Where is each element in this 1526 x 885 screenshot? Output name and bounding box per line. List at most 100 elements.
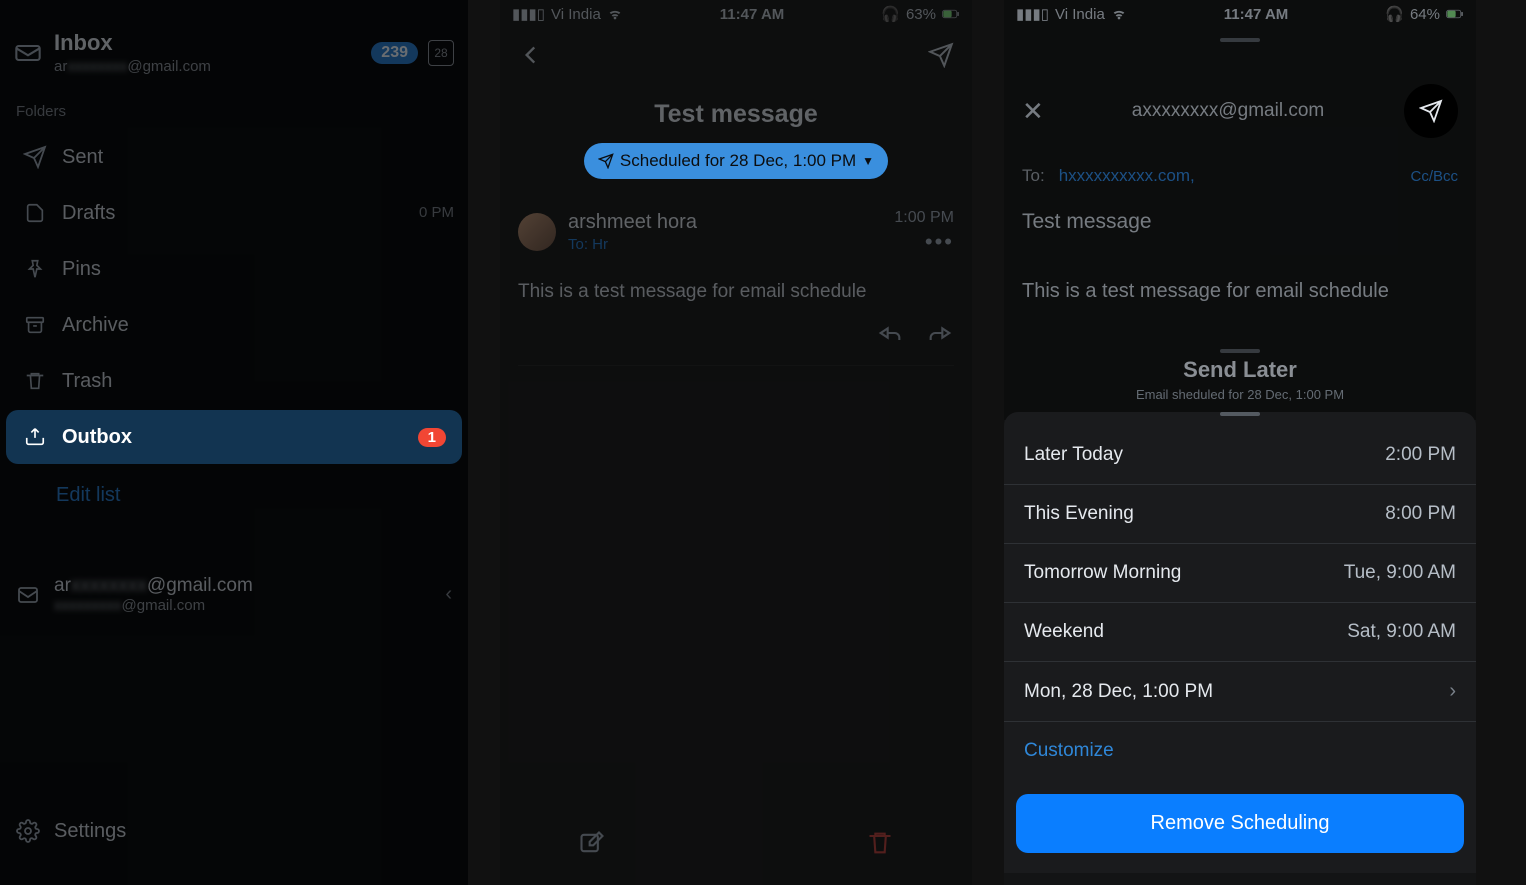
option-label: Mon, 28 Dec, 1:00 PM <box>1024 681 1443 703</box>
sender-name: arshmeet hora <box>568 211 894 234</box>
remove-scheduling-button[interactable]: Remove Scheduling <box>1016 794 1464 853</box>
to-row[interactable]: To: hxxxxxxxxxx.com, Cc/Bcc <box>1004 152 1476 200</box>
headphone-icon: 🎧 <box>1385 5 1404 23</box>
signal-icon: ▮▮▮▯ <box>1016 5 1049 23</box>
send-button[interactable] <box>1404 84 1458 138</box>
drag-handle[interactable] <box>1220 38 1260 42</box>
folder-label: Sent <box>62 146 446 169</box>
wifi-icon <box>1111 6 1127 22</box>
subject-field[interactable]: Test message <box>1004 200 1476 244</box>
option-label: This Evening <box>1024 503 1385 525</box>
option-label: Later Today <box>1024 444 1385 466</box>
inbox-unread-badge: 239 <box>371 42 418 64</box>
to-label: To: <box>1022 166 1045 186</box>
send-icon[interactable] <box>928 42 954 68</box>
option-custom-date[interactable]: Mon, 28 Dec, 1:00 PM › <box>1004 662 1476 722</box>
carrier-label: Vi India <box>1055 6 1105 23</box>
settings-label: Settings <box>54 820 126 843</box>
sent-icon <box>22 144 48 170</box>
compose-body[interactable]: This is a test message for email schedul… <box>1004 244 1476 339</box>
edit-list-link[interactable]: Edit list <box>0 466 468 525</box>
status-bar: ▮▮▮▯ Vi India 11:47 AM 🎧 64% <box>1004 0 1476 28</box>
pin-icon <box>22 256 48 282</box>
folder-outbox[interactable]: Outbox 1 <box>6 410 462 464</box>
option-tomorrow-morning[interactable]: Tomorrow Morning Tue, 9:00 AM <box>1004 544 1476 603</box>
chevron-left-icon: ‹ <box>445 583 452 606</box>
battery-icon <box>1446 5 1464 23</box>
option-time: Tue, 9:00 AM <box>1344 562 1456 584</box>
to-chip: hxxxxxxxxxx.com, <box>1059 166 1411 186</box>
compose-icon[interactable] <box>578 829 606 857</box>
option-weekend[interactable]: Weekend Sat, 9:00 AM <box>1004 603 1476 662</box>
option-later-today[interactable]: Later Today 2:00 PM <box>1004 426 1476 485</box>
ccbcc-toggle[interactable]: Cc/Bcc <box>1410 168 1458 185</box>
inbox-title: Inbox <box>54 30 371 56</box>
option-time: 8:00 PM <box>1385 503 1456 525</box>
option-time: 2:00 PM <box>1385 444 1456 466</box>
archive-icon <box>22 312 48 338</box>
customize-link[interactable]: Customize <box>1004 722 1476 780</box>
drag-handle[interactable] <box>1220 412 1260 416</box>
gear-icon <box>16 819 40 843</box>
status-time: 11:47 AM <box>720 6 784 23</box>
close-icon[interactable]: ✕ <box>1022 96 1052 127</box>
sent-time: 1:00 PM <box>894 209 954 227</box>
outbox-icon <box>22 424 48 450</box>
folder-drafts[interactable]: Drafts <box>6 186 462 240</box>
folder-sent[interactable]: Sent <box>6 130 462 184</box>
account-secondary: xxxxxxxxx@gmail.com <box>54 597 445 614</box>
account-icon <box>16 583 40 607</box>
avatar <box>518 213 556 251</box>
screen-message-view: ▮▮▮▯ Vi India 11:47 AM 🎧 63% Test messag… <box>500 0 972 885</box>
calendar-icon[interactable]: 28 <box>428 40 454 66</box>
wifi-icon <box>607 6 623 22</box>
send-later-subtitle: Email sheduled for 28 Dec, 1:00 PM <box>1004 387 1476 402</box>
folders-heading: Folders <box>0 85 468 128</box>
message-body: This is a test message for email schedul… <box>518 261 954 319</box>
headphone-icon: 🎧 <box>881 5 900 23</box>
sender-to: To: Hr <box>568 236 894 253</box>
more-icon[interactable]: ••• <box>894 229 954 255</box>
folder-label: Trash <box>62 370 446 393</box>
trash-icon <box>22 368 48 394</box>
folder-label: Drafts <box>62 202 446 225</box>
message-title: Test message <box>500 82 972 143</box>
send-later-title: Send Later <box>1004 357 1476 383</box>
reply-icon[interactable] <box>876 319 904 347</box>
scheduled-pill-label: Scheduled for 28 Dec, 1:00 PM <box>620 151 856 171</box>
from-address: axxxxxxxx@gmail.com <box>1052 100 1404 122</box>
chevron-right-icon: › <box>1449 680 1456 703</box>
outbox-count-badge: 1 <box>418 428 446 447</box>
scheduled-pill[interactable]: Scheduled for 28 Dec, 1:00 PM ▼ <box>584 143 888 179</box>
account-row[interactable]: arxxxxxxxx@gmail.com xxxxxxxxx@gmail.com… <box>0 561 468 628</box>
delete-icon[interactable] <box>866 829 894 857</box>
battery-label: 64% <box>1410 6 1440 23</box>
account-primary: arxxxxxxxx@gmail.com <box>54 575 445 597</box>
option-time: Sat, 9:00 AM <box>1347 621 1456 643</box>
settings-row[interactable]: Settings <box>0 805 468 857</box>
option-label: Weekend <box>1024 621 1347 643</box>
inbox-row[interactable]: Inbox arxxxxxxxx@gmail.com 239 28 <box>0 0 468 85</box>
folder-trash[interactable]: Trash <box>6 354 462 408</box>
folder-pins[interactable]: Pins <box>6 242 462 296</box>
inbox-subtitle: arxxxxxxxx@gmail.com <box>54 58 371 75</box>
screen-send-later-sheet: ▮▮▮▯ Vi India 11:47 AM 🎧 64% ✕ axxxxxxxx… <box>1004 0 1476 885</box>
chevron-down-icon: ▼ <box>862 154 874 168</box>
option-label: Tomorrow Morning <box>1024 562 1344 584</box>
signal-icon: ▮▮▮▯ <box>512 5 545 23</box>
folder-label: Archive <box>62 314 446 337</box>
inbox-icon <box>14 39 42 67</box>
folder-archive[interactable]: Archive <box>6 298 462 352</box>
back-icon[interactable] <box>518 42 544 68</box>
option-this-evening[interactable]: This Evening 8:00 PM <box>1004 485 1476 544</box>
folder-label: Pins <box>62 258 446 281</box>
status-bar: ▮▮▮▯ Vi India 11:47 AM 🎧 63% <box>500 0 972 28</box>
drafts-time-peek: 0 PM <box>419 204 454 221</box>
folder-label: Outbox <box>62 426 418 449</box>
screen-sidebar: Inbox arxxxxxxxx@gmail.com 239 28 Folder… <box>0 0 468 885</box>
status-time: 11:47 AM <box>1224 6 1288 23</box>
forward-icon[interactable] <box>926 319 954 347</box>
battery-label: 63% <box>906 6 936 23</box>
send-later-sheet: Later Today 2:00 PM This Evening 8:00 PM… <box>1004 412 1476 873</box>
drag-handle[interactable] <box>1220 349 1260 353</box>
